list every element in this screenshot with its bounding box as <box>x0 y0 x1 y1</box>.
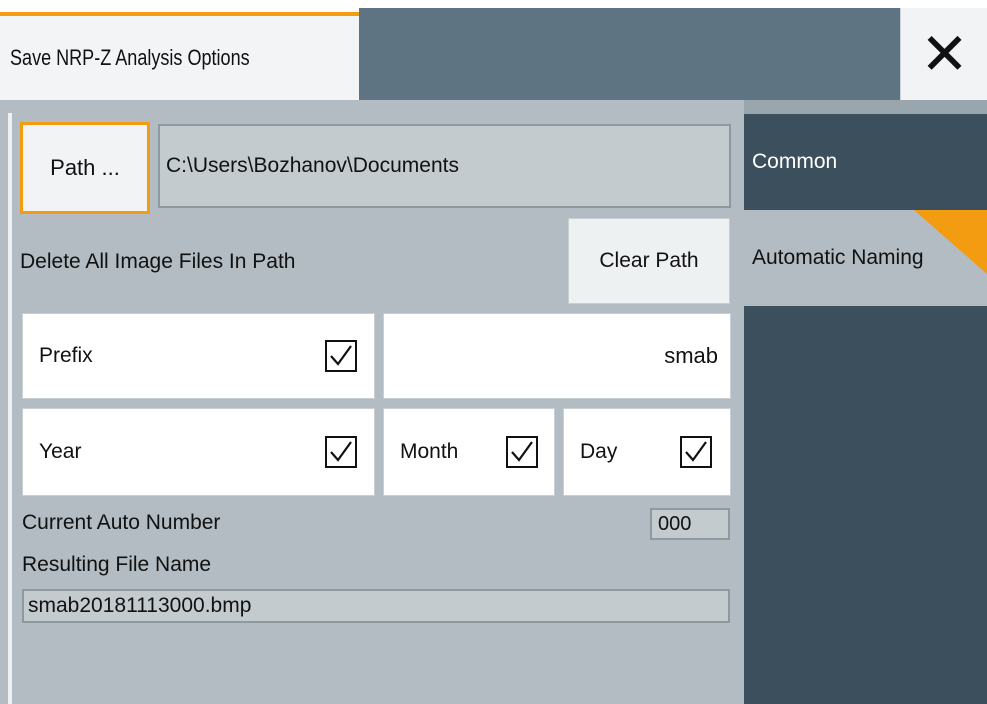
checkmark-icon <box>330 441 352 462</box>
dialog-title: Save NRP-Z Analysis Options <box>10 45 250 70</box>
side-panel-lower <box>744 306 987 704</box>
clear-path-label: Clear Path <box>599 249 699 272</box>
tab-automatic-naming-label: Automatic Naming <box>752 246 924 269</box>
result-file-value: smab20181113000.bmp <box>28 594 252 617</box>
year-label: Year <box>39 440 82 463</box>
year-cell: Year <box>22 408 375 496</box>
checkmark-icon <box>511 441 533 462</box>
prefix-label: Prefix <box>39 344 93 367</box>
month-checkbox[interactable] <box>506 436 538 468</box>
result-file-label: Resulting File Name <box>22 553 212 576</box>
path-button[interactable]: Path ... <box>20 122 150 214</box>
path-field: C:\Users\Bozhanov\Documents <box>158 124 731 208</box>
auto-number-label: Current Auto Number <box>22 511 221 534</box>
prefix-value-field[interactable]: smab <box>383 313 731 399</box>
prefix-value: smab <box>664 343 718 368</box>
prefix-cell: Prefix <box>22 313 375 399</box>
path-button-label: Path ... <box>50 155 120 180</box>
title-bar <box>359 8 900 100</box>
result-file-field: smab20181113000.bmp <box>22 589 730 623</box>
month-label: Month <box>400 440 459 463</box>
close-button[interactable]: ✕ <box>900 8 987 100</box>
month-cell: Month <box>383 408 555 496</box>
year-checkbox[interactable] <box>325 436 357 468</box>
prefix-checkbox[interactable] <box>325 340 357 372</box>
day-label: Day <box>580 440 618 463</box>
auto-number-field: 000 <box>650 508 730 540</box>
day-checkbox[interactable] <box>680 436 712 468</box>
dialog-title-tab: Save NRP-Z Analysis Options <box>0 12 359 100</box>
active-tab-corner-indicator <box>914 210 987 274</box>
auto-number-value: 000 <box>658 512 692 535</box>
delete-images-label: Delete All Image Files In Path <box>20 250 296 273</box>
path-value: C:\Users\Bozhanov\Documents <box>166 154 459 177</box>
panel-edge <box>8 113 12 704</box>
clear-path-button[interactable]: Clear Path <box>568 218 730 304</box>
checkmark-icon <box>685 441 707 462</box>
close-icon: ✕ <box>920 20 969 88</box>
day-cell: Day <box>563 408 731 496</box>
checkmark-icon <box>330 345 352 366</box>
tab-common-label: Common <box>752 150 838 173</box>
tab-common[interactable]: Common <box>744 114 987 210</box>
save-options-dialog: Save NRP-Z Analysis Options ✕ Common Aut… <box>0 0 987 704</box>
